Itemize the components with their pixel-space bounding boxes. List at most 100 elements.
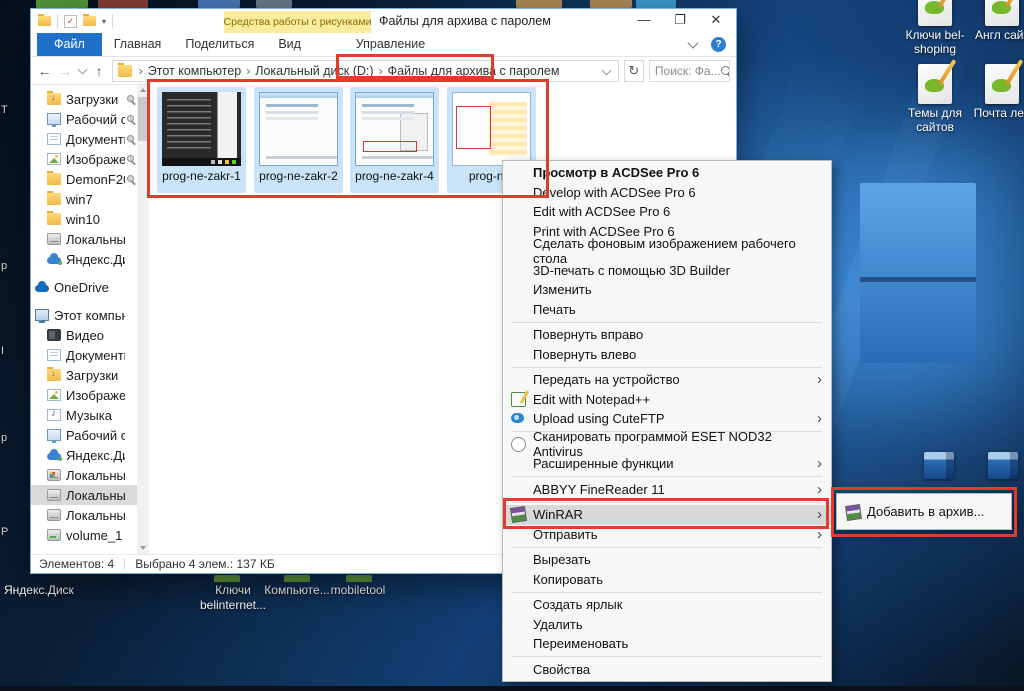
desktop-icon-label: Ключи bel-shoping xyxy=(900,29,970,57)
sidebar-item[interactable]: Яндекс.Диск xyxy=(31,445,149,465)
submenu-arrow-icon: › xyxy=(817,371,822,388)
tab-Вид[interactable]: Вид xyxy=(266,33,313,56)
sidebar-item[interactable]: volume_1 (\\192 xyxy=(31,525,149,545)
search-input[interactable]: Поиск: Фа... xyxy=(649,60,730,82)
menu-item[interactable]: Upload using CuteFTP› xyxy=(503,409,831,429)
close-button[interactable]: ✕ xyxy=(698,9,734,33)
navigation-pane: ЗагрузкиРабочий стоДокументыИзображениDe… xyxy=(31,83,149,555)
sidebar-item[interactable]: Музыка xyxy=(31,405,149,425)
desktop-icon[interactable]: Почта лев xyxy=(967,64,1024,121)
menu-item[interactable]: Сделать фоновым изображением рабочего ст… xyxy=(503,241,831,261)
refresh-icon[interactable]: ↻ xyxy=(624,60,644,82)
sidebar-item[interactable]: Рабочий сто xyxy=(31,109,149,129)
properties-check-icon[interactable]: ✓ xyxy=(64,15,77,28)
desktop-icon[interactable]: Темы для сайтов xyxy=(900,64,970,135)
forward-icon[interactable]: → xyxy=(57,63,72,79)
virtualbox-icon[interactable] xyxy=(922,448,956,488)
collapse-ribbon-icon[interactable] xyxy=(687,37,698,48)
sidebar-item[interactable]: win7 xyxy=(31,189,149,209)
up-icon[interactable]: ↑ xyxy=(91,63,106,79)
tab-Файл[interactable]: Файл xyxy=(37,33,102,56)
desktop-icon-label[interactable]: Компьюте... xyxy=(262,583,332,598)
sidebar-item[interactable]: Локальный дис xyxy=(31,485,149,505)
pin-icon xyxy=(127,115,136,124)
maximize-button[interactable]: ❐ xyxy=(662,9,698,33)
sidebar-item[interactable]: Рабочий стол xyxy=(31,425,149,445)
desktop-icon[interactable]: Англ сайт xyxy=(967,0,1024,43)
breadcrumb-item[interactable]: Локальный диск (D:) xyxy=(255,64,373,78)
add-to-archive-item[interactable]: Добавить в архив... xyxy=(867,504,984,519)
breadcrumb-separator: › xyxy=(374,64,388,78)
sidebar-item[interactable]: Документы xyxy=(31,129,149,149)
breadcrumb-item[interactable]: Этот компьютер xyxy=(148,64,241,78)
new-folder-icon[interactable] xyxy=(83,16,96,26)
menu-item[interactable]: Сканировать программой ESET NOD32 Antivi… xyxy=(503,435,831,455)
menu-item[interactable]: Вырезать xyxy=(503,550,831,570)
help-icon[interactable]: ? xyxy=(711,37,726,52)
minimize-button[interactable]: — xyxy=(626,9,662,33)
address-dropdown-icon[interactable] xyxy=(601,65,611,75)
menu-item-label: Edit with Notepad++ xyxy=(533,392,650,407)
menu-item[interactable]: Расширенные функции› xyxy=(503,454,831,474)
scroll-up-icon[interactable] xyxy=(140,88,146,92)
menu-item[interactable]: 3D-печать с помощью 3D Builder xyxy=(503,261,831,281)
quick-access-toolbar[interactable]: ✓ ▾ xyxy=(38,13,113,29)
sidebar-item[interactable]: Изображения xyxy=(31,385,149,405)
contextual-tab-picture-tools[interactable]: Средства работы с рисунками xyxy=(224,11,371,33)
disk-icon xyxy=(47,233,61,245)
menu-item[interactable]: Повернуть влево xyxy=(503,345,831,365)
sidebar-item[interactable]: Локальный дис xyxy=(31,229,149,249)
sidebar-item[interactable]: Загрузки xyxy=(31,89,149,109)
tab-Главная[interactable]: Главная xyxy=(102,33,174,56)
menu-item[interactable]: Создать ярлык xyxy=(503,595,831,615)
chevron-down-icon[interactable]: ▾ xyxy=(102,17,106,26)
scroll-down-icon[interactable] xyxy=(140,546,146,550)
sidebar-item[interactable]: OneDrive xyxy=(31,277,149,297)
desktop-icon-label[interactable]: Ключи belinternet... xyxy=(193,583,273,613)
sidebar-item[interactable]: Локальный дис xyxy=(31,465,149,485)
menu-item[interactable]: Передать на устройство› xyxy=(503,370,831,390)
folder-icon xyxy=(118,65,132,77)
desktop-icon-label[interactable]: Яндекс.Диск xyxy=(4,583,99,598)
sidebar-item-label: Локальный дис xyxy=(66,232,125,247)
sidebar-item[interactable]: win10 xyxy=(31,209,149,229)
menu-item[interactable]: Develop with ACDSee Pro 6 xyxy=(503,183,831,203)
recent-locations-icon[interactable] xyxy=(77,65,87,75)
menu-item[interactable]: Edit with Notepad++ xyxy=(503,390,831,410)
sidebar-item[interactable]: Этот компьютер xyxy=(31,305,149,325)
menu-item[interactable]: Печать xyxy=(503,300,831,320)
desktop-icon[interactable]: Ключи bel-shoping xyxy=(900,0,970,57)
menu-item[interactable]: Свойства xyxy=(503,660,831,680)
sidebar-item[interactable]: Загрузки xyxy=(31,365,149,385)
sidebar-item[interactable]: Изображени xyxy=(31,149,149,169)
sidebar-item[interactable]: Локальный дис xyxy=(31,505,149,525)
menu-item[interactable]: Отправить› xyxy=(503,525,831,545)
menu-item[interactable]: Повернуть вправо xyxy=(503,325,831,345)
sidebar-item[interactable]: DemonF2005 xyxy=(31,169,149,189)
menu-item[interactable]: Просмотр в ACDSee Pro 6 xyxy=(503,163,831,183)
file-thumbnail[interactable]: prog-ne-zakr-2 xyxy=(254,87,343,193)
breadcrumb-item[interactable]: Файлы для архива с паролем xyxy=(388,64,560,78)
desktop-icon-label[interactable]: mobiletool xyxy=(323,583,393,598)
sidebar-item[interactable]: Яндекс.Диск xyxy=(31,249,149,269)
menu-item[interactable]: ABBYY FineReader 11› xyxy=(503,480,831,500)
menu-item[interactable]: Изменить xyxy=(503,280,831,300)
menu-item[interactable]: Копировать xyxy=(503,570,831,590)
virtualbox-icon[interactable] xyxy=(986,448,1020,488)
sidebar-scrollbar[interactable] xyxy=(137,83,149,555)
folder-icon[interactable] xyxy=(38,16,51,26)
back-icon[interactable]: ← xyxy=(37,63,52,79)
menu-item[interactable]: WinRAR› xyxy=(503,505,831,525)
tab-Поделиться[interactable]: Поделиться xyxy=(173,33,266,56)
scrollbar-thumb[interactable] xyxy=(138,97,148,141)
breadcrumb[interactable]: ›Этот компьютер›Локальный диск (D:)›Файл… xyxy=(112,60,619,82)
file-thumbnail[interactable]: prog-ne-zakr-1 xyxy=(157,87,246,193)
sidebar-item[interactable]: Документы xyxy=(31,345,149,365)
menu-item[interactable]: Переименовать xyxy=(503,634,831,654)
tab-Управление[interactable]: Управление xyxy=(317,33,464,56)
file-thumbnail[interactable]: prog-ne-zakr-4 xyxy=(350,87,439,193)
sidebar-item-label: Локальный дис xyxy=(66,468,125,483)
sidebar-item[interactable]: Видео xyxy=(31,325,149,345)
menu-item[interactable]: Удалить xyxy=(503,615,831,635)
menu-item[interactable]: Edit with ACDSee Pro 6 xyxy=(503,202,831,222)
